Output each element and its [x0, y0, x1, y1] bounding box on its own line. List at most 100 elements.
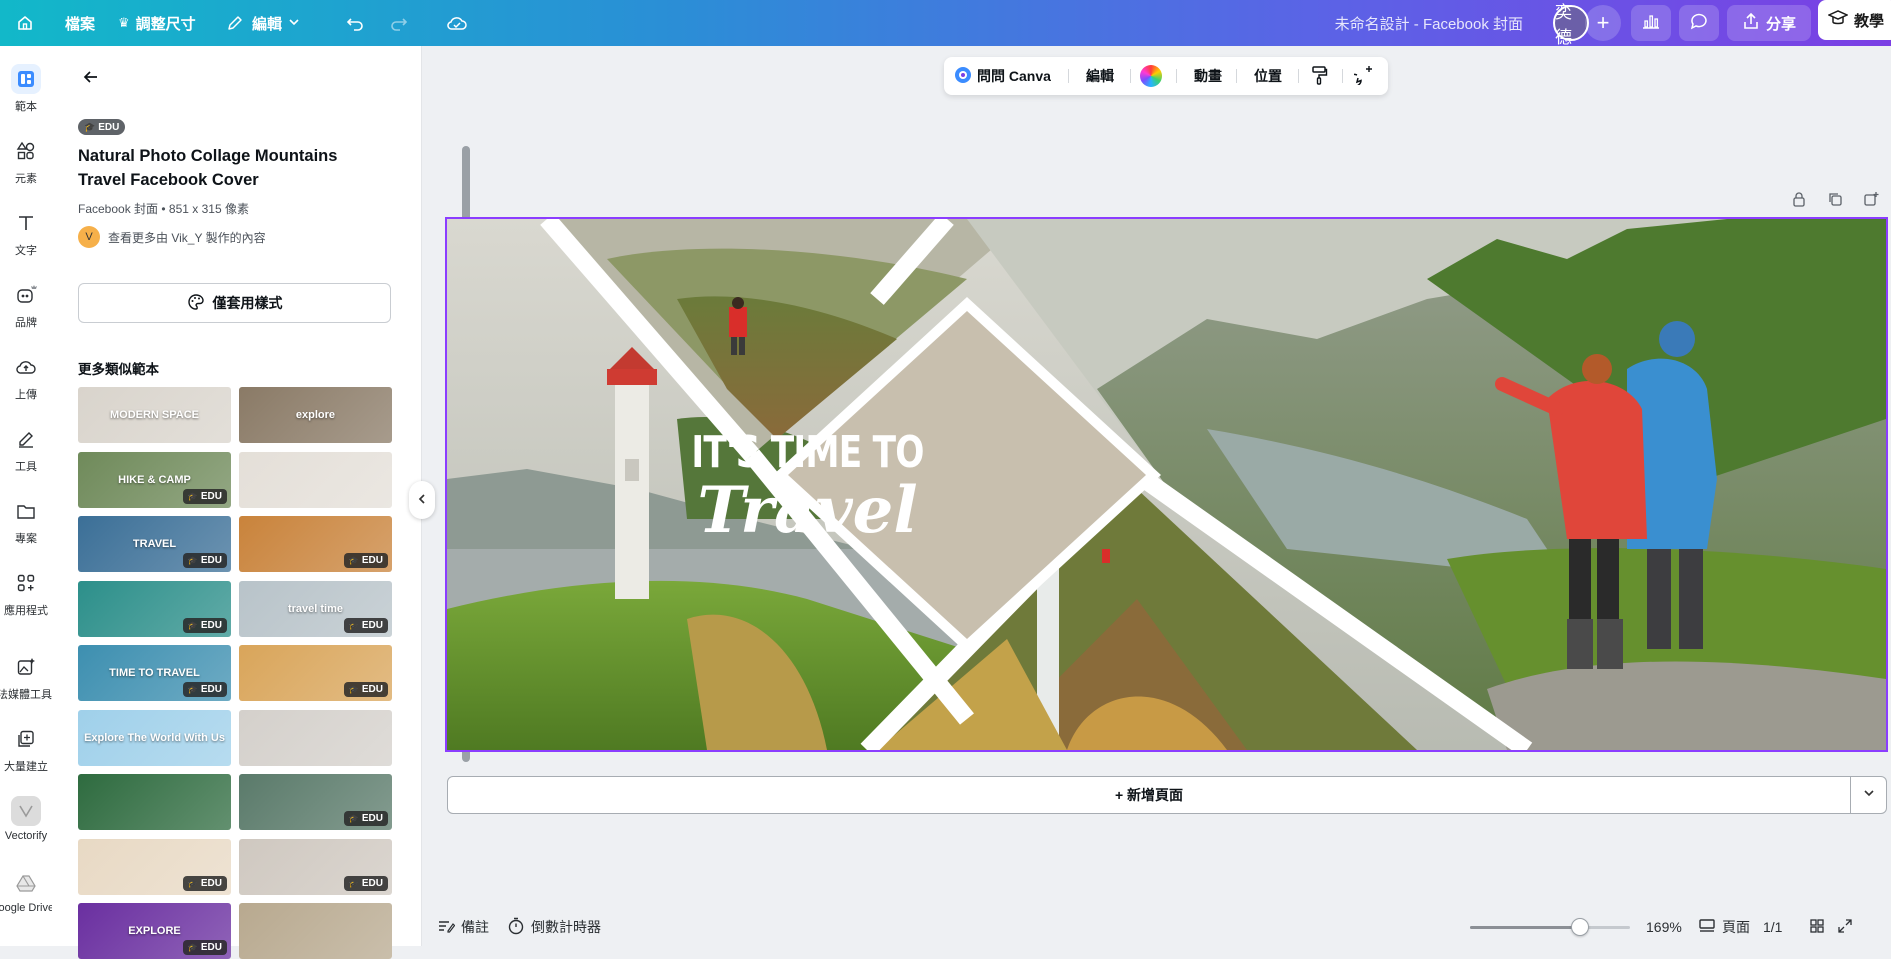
- left-rail: 範本 元素 文字 品牌 上傳 工具 專案 應用程式 魔法媒體工具 大量建立 Ve…: [0, 46, 54, 946]
- rail-label: 品牌: [15, 317, 37, 329]
- template-thumbnail[interactable]: [239, 451, 392, 508]
- lock-icon: [1791, 191, 1807, 212]
- add-page-button[interactable]: + 新增頁面: [447, 776, 1851, 814]
- edit-button[interactable]: 編輯: [1086, 57, 1114, 95]
- rail-label: 大量建立: [4, 761, 48, 773]
- template-thumbnail[interactable]: TRAVEL 🎓 EDU: [78, 516, 231, 572]
- canva-assistant-icon: [954, 66, 972, 87]
- rail-item-vectorify[interactable]: Vectorify: [0, 796, 52, 842]
- rail-item-apps[interactable]: 應用程式: [0, 568, 52, 618]
- template-thumbnail[interactable]: 🎓 EDU: [78, 838, 231, 895]
- template-thumbnail[interactable]: 🎓 EDU: [239, 774, 392, 830]
- lock-page-button[interactable]: [1788, 190, 1810, 212]
- rail-label: 工具: [15, 461, 37, 473]
- add-collaborator-button[interactable]: +: [1585, 5, 1621, 41]
- thumbnail-text: TIME TO TRAVEL: [109, 667, 200, 679]
- back-button[interactable]: [76, 64, 106, 94]
- duplicate-page-button[interactable]: [1824, 190, 1846, 212]
- undo-button[interactable]: [344, 0, 366, 46]
- rail-item-templates[interactable]: 範本: [0, 64, 52, 114]
- design-canvas[interactable]: IT'S TIME TO Travel: [445, 217, 1888, 752]
- template-thumbnail[interactable]: EXPLORE 🎓 EDU: [78, 903, 231, 959]
- save-status-button[interactable]: [446, 0, 468, 46]
- add-page-icon: [1863, 191, 1879, 212]
- headline-line2[interactable]: Travel: [447, 473, 1527, 548]
- rail-item-draw[interactable]: 工具: [0, 424, 52, 474]
- resize-button[interactable]: ♛ 調整尺寸: [118, 0, 196, 46]
- rail-item-projects[interactable]: 專案: [0, 496, 52, 546]
- rail-item-brand[interactable]: 品牌: [0, 280, 52, 330]
- template-thumbnail[interactable]: MODERN SPACE: [78, 387, 231, 443]
- comments-button[interactable]: [1679, 5, 1719, 41]
- author-link[interactable]: V 查看更多由 Vik_Y 製作的內容: [78, 226, 266, 248]
- template-thumbnail[interactable]: Explore The World With Us: [78, 709, 231, 766]
- thumbnail-text: MODERN SPACE: [109, 409, 200, 421]
- copy-style-button[interactable]: [1310, 57, 1328, 95]
- edu-tag: 🎓 EDU: [182, 940, 227, 955]
- template-thumbnail[interactable]: 🎓 EDU: [78, 580, 231, 637]
- share-button[interactable]: 分享: [1727, 5, 1811, 41]
- add-comment-button[interactable]: [1346, 57, 1374, 95]
- avatar[interactable]: 奕德: [1553, 3, 1589, 47]
- zoom-slider-knob[interactable]: [1571, 918, 1590, 936]
- animate-label: 動畫: [1194, 68, 1222, 84]
- color-button[interactable]: [1140, 57, 1162, 95]
- template-thumbnail[interactable]: explore: [239, 387, 392, 443]
- toolbar-divider: [1342, 69, 1343, 83]
- duplicate-icon: [1827, 191, 1843, 212]
- edit-menu[interactable]: 編輯: [224, 0, 300, 46]
- rail-item-upload[interactable]: 上傳: [0, 352, 52, 402]
- template-thumbnail[interactable]: 🎓 EDU: [239, 516, 392, 572]
- rail-item-elements[interactable]: 元素: [0, 136, 52, 186]
- template-thumbnail[interactable]: [239, 903, 392, 959]
- author-text: 查看更多由 Vik_Y 製作的內容: [108, 230, 266, 245]
- edit-label: 編輯: [252, 15, 283, 33]
- redo-button[interactable]: [388, 0, 410, 46]
- apply-style-button[interactable]: 僅套用樣式: [78, 283, 391, 323]
- pages-view-button[interactable]: 頁面: [1698, 908, 1750, 946]
- file-menu[interactable]: 檔案: [65, 0, 95, 46]
- grid-icon: [1809, 918, 1825, 937]
- graduation-cap-icon: 🎓: [348, 620, 359, 630]
- insights-button[interactable]: [1631, 5, 1671, 41]
- toolbar-divider: [1236, 69, 1237, 83]
- template-thumbnail[interactable]: 🎓 EDU: [239, 838, 392, 895]
- template-thumbnail[interactable]: 🎓 EDU: [239, 645, 392, 701]
- home-button[interactable]: [14, 0, 36, 46]
- add-page-top-button[interactable]: [1860, 190, 1882, 212]
- teach-button[interactable]: 教學: [1818, 0, 1891, 40]
- template-thumbnail[interactable]: [78, 774, 231, 830]
- animate-button[interactable]: 動畫: [1194, 57, 1222, 95]
- edu-tag-label: EDU: [200, 555, 222, 566]
- rail-item-magic-media[interactable]: 魔法媒體工具: [0, 652, 52, 702]
- color-wheel-icon: [1140, 65, 1162, 87]
- thumbnail-text: TRAVEL: [132, 538, 177, 550]
- zoom-value[interactable]: 169%: [1646, 908, 1682, 946]
- graduation-cap-icon: 🎓: [187, 556, 198, 565]
- graduation-cap-icon: 🎓: [348, 878, 359, 888]
- fullscreen-button[interactable]: [1837, 908, 1853, 946]
- add-page-menu-button[interactable]: [1851, 776, 1887, 814]
- share-label: 分享: [1765, 15, 1796, 33]
- zoom-slider[interactable]: [1470, 926, 1630, 929]
- template-thumbnail[interactable]: HIKE & CAMP 🎓 EDU: [78, 451, 231, 508]
- pages-icon: [1698, 918, 1716, 937]
- rail-item-google-drive[interactable]: Google Drive: [0, 868, 54, 914]
- headline-line1[interactable]: IT'S TIME TO: [447, 427, 1369, 478]
- template-thumbnail[interactable]: travel time 🎓 EDU: [239, 580, 392, 637]
- ask-canva-button[interactable]: 問問 Canva: [954, 57, 1051, 95]
- notes-button[interactable]: 備註: [437, 908, 489, 946]
- edu-tag-label: EDU: [200, 877, 222, 889]
- collapse-panel-button[interactable]: [409, 481, 435, 519]
- timer-button[interactable]: 倒數計時器: [507, 908, 601, 946]
- rail-label: 魔法媒體工具: [0, 689, 52, 701]
- rail-item-text[interactable]: 文字: [0, 208, 52, 258]
- rail-item-bulk-create[interactable]: 大量建立: [0, 724, 52, 774]
- edu-tag-label: EDU: [361, 813, 383, 824]
- position-button[interactable]: 位置: [1254, 57, 1282, 95]
- template-thumbnail[interactable]: TIME TO TRAVEL 🎓 EDU: [78, 645, 231, 701]
- template-thumbnail[interactable]: [239, 709, 392, 766]
- grid-view-button[interactable]: [1809, 908, 1825, 946]
- edu-tag: 🎓 EDU: [343, 875, 388, 891]
- design-title[interactable]: 未命名設計 - Facebook 封面: [1335, 0, 1523, 46]
